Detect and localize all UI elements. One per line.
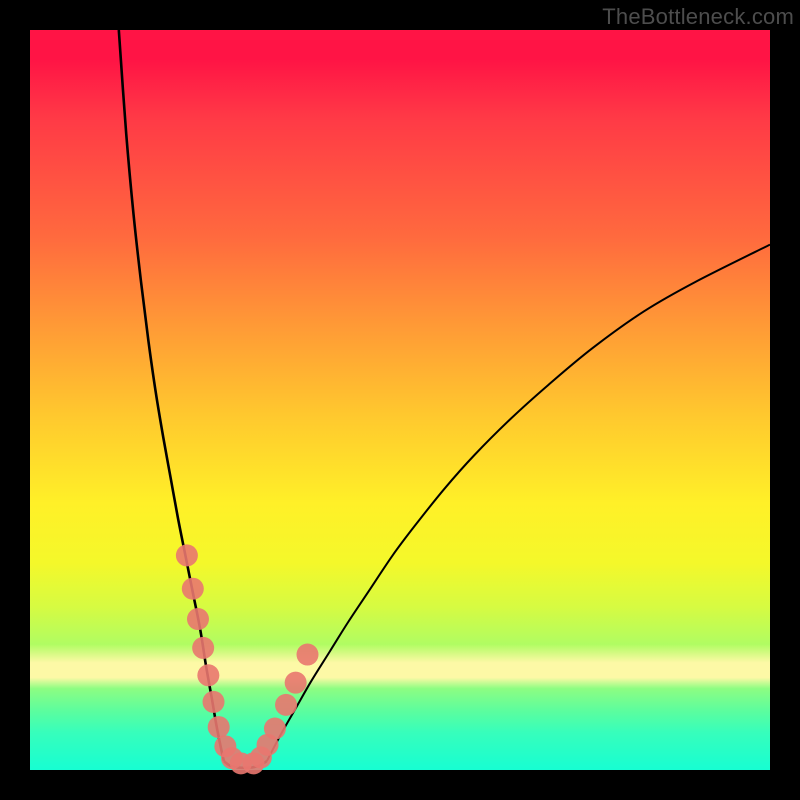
watermark-text: TheBottleneck.com <box>602 4 794 30</box>
highlight-dot <box>187 608 209 630</box>
chart-frame: TheBottleneck.com <box>0 0 800 800</box>
highlight-dot <box>182 578 204 600</box>
plot-area <box>30 30 770 770</box>
chart-svg <box>30 30 770 770</box>
highlight-dots-group <box>176 544 319 774</box>
highlight-dot <box>197 664 219 686</box>
curve-right-branch <box>267 245 770 762</box>
highlight-dot <box>203 691 225 713</box>
highlight-dot <box>208 716 230 738</box>
highlight-dot <box>176 544 198 566</box>
highlight-dot <box>264 718 286 740</box>
highlight-dot <box>285 672 307 694</box>
highlight-dot <box>192 637 214 659</box>
highlight-dot <box>275 694 297 716</box>
highlight-dot <box>297 644 319 666</box>
